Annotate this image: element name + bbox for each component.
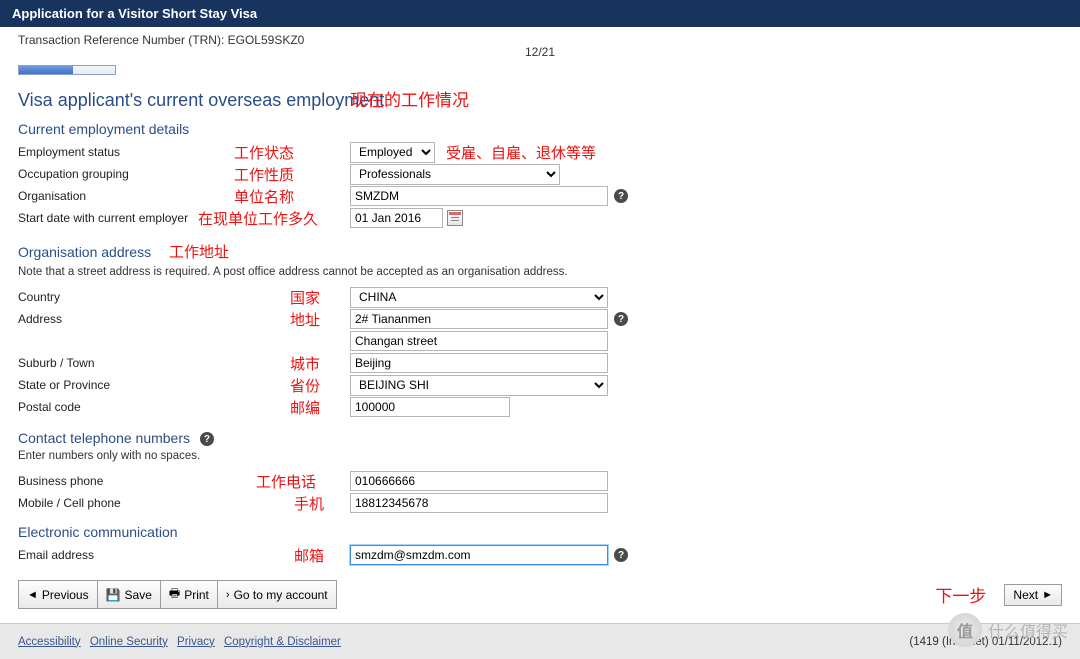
annotation: 工作地址: [169, 244, 229, 261]
calendar-icon[interactable]: [447, 210, 463, 226]
footer-link-security[interactable]: Online Security: [90, 636, 168, 648]
sub-electronic-comm: Electronic communication: [18, 524, 1062, 540]
go-to-account-button[interactable]: ›Go to my account: [218, 580, 337, 609]
input-organisation[interactable]: [350, 186, 608, 206]
input-address-line1[interactable]: [350, 309, 608, 329]
label-email: Email address: [18, 548, 350, 562]
footer-version: (1419 (Internet) 01/11/2012.1): [909, 636, 1062, 648]
hint-org-address: Note that a street address is required. …: [18, 266, 1062, 278]
trn-label: Transaction Reference Number (TRN): EGOL…: [18, 33, 304, 47]
label-business-phone: Business phone: [18, 474, 350, 488]
chevron-right-icon: ►: [1042, 589, 1053, 601]
label-postal: Postal code: [18, 400, 350, 414]
next-button[interactable]: Next►: [1004, 584, 1062, 606]
section-title: Visa applicant's current overseas employ…: [18, 90, 1062, 111]
annotation-next: 下一步: [935, 582, 986, 607]
select-state[interactable]: BEIJING SHI: [350, 375, 608, 396]
hint-phone: Enter numbers only with no spaces.: [18, 450, 1062, 462]
label-employment-status: Employment status: [18, 145, 350, 159]
label-start-date: Start date with current employer: [18, 211, 350, 225]
footer: Accessibility Online Security Privacy Co…: [0, 623, 1080, 659]
page-indicator: 12/21: [18, 45, 1062, 59]
select-country[interactable]: CHINA: [350, 287, 608, 308]
help-icon[interactable]: ?: [614, 312, 628, 326]
label-mobile-phone: Mobile / Cell phone: [18, 496, 350, 510]
select-employment-status[interactable]: Employed: [350, 142, 435, 163]
label-state: State or Province: [18, 378, 350, 392]
help-icon[interactable]: ?: [614, 189, 628, 203]
sub-organisation-address: Organisation address 工作地址: [18, 241, 1062, 262]
input-start-date[interactable]: [350, 208, 443, 228]
footer-link-accessibility[interactable]: Accessibility: [18, 636, 81, 648]
footer-link-copyright[interactable]: Copyright & Disclaimer: [224, 636, 341, 648]
save-icon: 💾: [106, 588, 121, 602]
sub-employment-details: Current employment details: [18, 121, 1062, 137]
input-suburb[interactable]: [350, 353, 608, 373]
footer-link-privacy[interactable]: Privacy: [177, 636, 215, 648]
label-address: Address: [18, 312, 350, 326]
save-button[interactable]: 💾Save: [98, 580, 161, 609]
progress-bar: [18, 65, 116, 75]
input-business-phone[interactable]: [350, 471, 608, 491]
select-occupation-grouping[interactable]: Professionals: [350, 164, 560, 185]
label-occupation-grouping: Occupation grouping: [18, 167, 350, 181]
label-country: Country: [18, 290, 350, 304]
help-icon[interactable]: ?: [614, 548, 628, 562]
window-title: Application for a Visitor Short Stay Vis…: [0, 0, 1080, 27]
chevron-right-icon: ›: [226, 589, 230, 601]
chevron-left-icon: ◄: [27, 589, 38, 601]
label-suburb: Suburb / Town: [18, 356, 350, 370]
print-button[interactable]: 🖶Print: [161, 580, 218, 609]
input-mobile-phone[interactable]: [350, 493, 608, 513]
input-email[interactable]: [350, 545, 608, 565]
input-postal[interactable]: [350, 397, 510, 417]
input-address-line2[interactable]: [350, 331, 608, 351]
label-organisation: Organisation: [18, 189, 350, 203]
sub-contact-numbers: Contact telephone numbers ?: [18, 430, 1062, 446]
previous-button[interactable]: ◄Previous: [18, 580, 98, 609]
print-icon: 🖶: [169, 584, 180, 605]
help-icon[interactable]: ?: [200, 432, 214, 446]
annotation: 受雇、自雇、退休等等: [446, 142, 596, 163]
